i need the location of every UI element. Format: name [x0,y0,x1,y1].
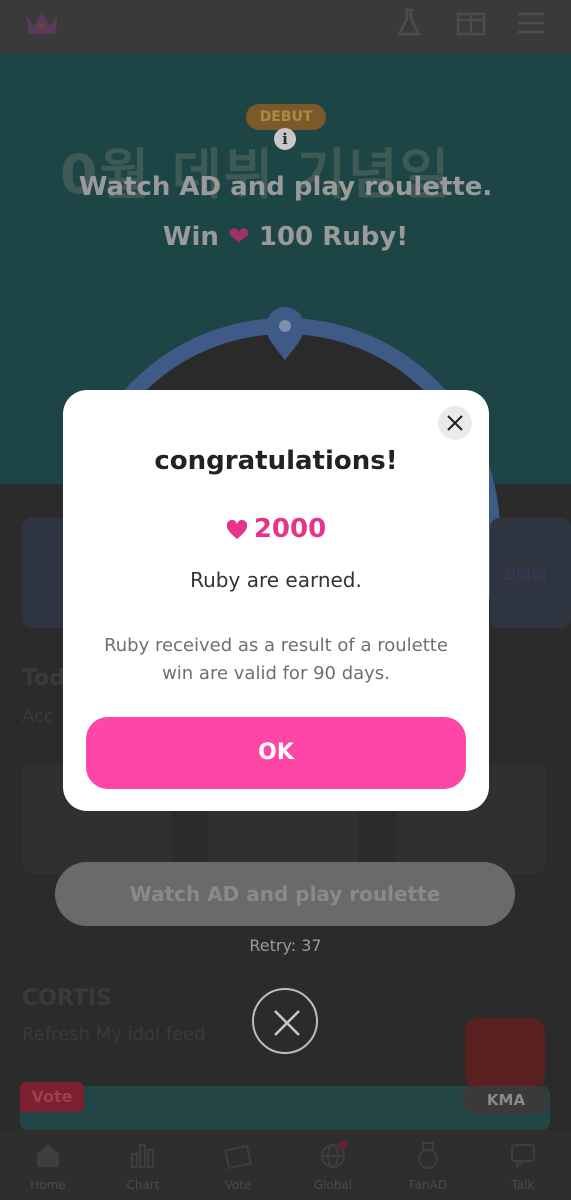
home-icon [37,1144,59,1167]
crown-logo-icon[interactable] [22,8,62,38]
nav-chart[interactable]: Chart [103,1140,183,1196]
nav-home[interactable]: Home [8,1140,88,1196]
ok-button[interactable]: OK [86,717,466,789]
fanad-icon [418,1142,438,1169]
retry-count: Retry: 37 [249,936,322,955]
top-bar [0,0,571,54]
vote-icon [224,1144,252,1170]
vote-tag: Vote [20,1082,84,1112]
today-section-title: Tod [22,666,65,691]
globe-icon [321,1141,347,1168]
talk-icon [511,1144,535,1170]
heart-icon [226,519,247,539]
heart-icon: ❤ [228,222,250,252]
win-prefix: Win [162,222,219,252]
ruby-validity-note: Ruby received as a result of a roulette … [104,635,448,684]
ruby-amount-row: 2000 [63,514,489,544]
ruby-amount: 2000 [253,514,327,544]
nav-label: FanAD [408,1178,448,1192]
nav-label: Home [30,1178,66,1192]
wheel-pointer-icon [266,307,304,360]
kma-label[interactable]: KMA [462,1086,550,1114]
dialog-title: congratulations! [154,446,398,476]
debut-badge: DEBUT [246,104,326,130]
nav-talk[interactable]: Talk [483,1140,563,1196]
nav-global[interactable]: Global [293,1140,373,1196]
nav-fanad[interactable]: FanAD [388,1140,468,1196]
kma-badge-image[interactable] [465,1018,545,1090]
nav-label: Global [313,1178,353,1192]
today-section-subtitle: Acc [22,706,54,727]
watch-ad-roulette-button[interactable]: Watch AD and play roulette [55,862,515,926]
close-icon [274,1010,300,1036]
banner-win-line: Win ❤ 100 Ruby! [0,222,571,252]
close-icon [447,415,463,431]
chart-icon [131,1144,154,1168]
ruby-earned-text: Ruby are earned. [190,568,362,592]
idol-card-tag: 최애에 [502,566,547,585]
banner-headline: Watch AD and play roulette. [78,172,493,202]
nav-label: Talk [511,1178,535,1192]
idol-feed-refresh[interactable]: Refresh My idol feed [22,1024,206,1045]
info-icon[interactable]: i [274,128,296,150]
flask-icon[interactable] [392,6,426,40]
close-banner-button[interactable] [252,988,318,1054]
dialog-close-button[interactable] [438,406,472,440]
menu-icon[interactable] [514,6,548,40]
win-suffix: 100 Ruby! [258,222,409,252]
idol-section-title: CORTIS [22,986,112,1011]
nav-label: Chart [126,1178,160,1192]
store-icon[interactable] [454,6,488,40]
nav-vote[interactable]: Vote [198,1140,278,1196]
nav-label: Vote [224,1178,252,1192]
